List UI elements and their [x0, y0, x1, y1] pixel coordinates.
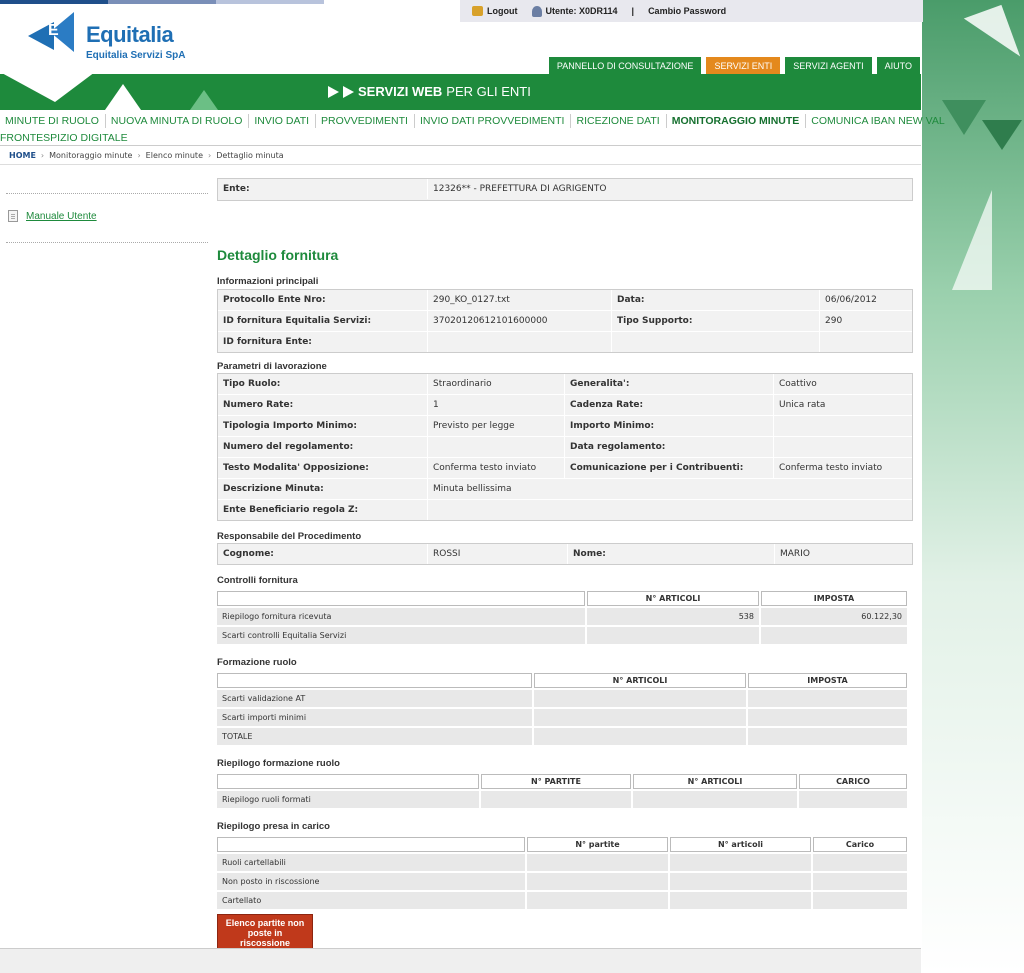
- tab-servizi-agenti[interactable]: SERVIZI AGENTI: [784, 56, 873, 74]
- manual-link-row: Manuale Utente: [8, 210, 208, 222]
- page-title: Dettaglio fornitura: [217, 247, 339, 263]
- info-grid: Protocollo Ente Nro: 290_KO_0127.txt Dat…: [217, 289, 913, 353]
- breadcrumb-current: Dettaglio minuta: [216, 151, 284, 160]
- breadcrumb-monitoraggio[interactable]: Monitoraggio minute: [49, 151, 132, 160]
- change-password-link[interactable]: Cambio Password: [648, 6, 726, 16]
- manual-utente-link[interactable]: Manuale Utente: [26, 211, 97, 222]
- footer: [0, 948, 921, 973]
- section-banner: SERVIZI WEB PER GLI ENTI: [0, 74, 921, 110]
- utility-bar: Logout Utente: X0DR114 | Cambio Password: [460, 0, 923, 22]
- table-row: Non posto in riscossione: [217, 873, 907, 890]
- lock-icon: [472, 6, 483, 16]
- equitalia-logo-icon: E: [28, 12, 80, 58]
- section-title: Formazione ruolo: [217, 657, 297, 668]
- main-nav: MINUTE DI RUOLO NUOVA MINUTA DI RUOLO IN…: [0, 110, 945, 146]
- nav-monitoraggio-minute[interactable]: MONITORAGGIO MINUTE: [667, 114, 807, 128]
- logout-link[interactable]: Logout: [472, 6, 518, 16]
- divider: [6, 193, 208, 194]
- decorative-panel: [922, 0, 1024, 973]
- controlli-table: N° ARTICOLI IMPOSTA Riepilogo fornitura …: [215, 589, 909, 646]
- equitalia-logo[interactable]: E Equitalia Equitalia Servizi SpA: [28, 12, 185, 61]
- user-icon: [531, 5, 542, 17]
- tab-servizi-enti[interactable]: SERVIZI ENTI: [705, 56, 782, 74]
- presa-table: N° partite N° articoli Carico Ruoli cart…: [215, 835, 909, 911]
- util-separator: |: [631, 6, 635, 16]
- formazione-table: N° ARTICOLI IMPOSTA Scarti validazione A…: [215, 671, 909, 747]
- table-row: Scarti importi minimi: [217, 709, 907, 726]
- resp-grid: Cognome: ROSSI Nome: MARIO: [217, 543, 913, 565]
- section-title: Parametri di lavorazione: [217, 361, 327, 372]
- nav-comunica-iban[interactable]: COMUNICA IBAN NEW VAL: [806, 114, 950, 128]
- top-tabs: PANNELLO DI CONSULTAZIONE SERVIZI ENTI S…: [547, 56, 921, 74]
- divider: [6, 242, 208, 243]
- arrow-icon: [343, 85, 354, 98]
- top-stripe: [0, 0, 108, 4]
- elenco-partite-button[interactable]: Elenco partite non poste in riscossione: [217, 914, 313, 952]
- divider: [0, 164, 921, 165]
- logo-brand: Equitalia: [86, 22, 174, 47]
- params-grid: Tipo Ruolo: Straordinario Generalita': C…: [217, 373, 913, 521]
- main-content: Ente: 12326** - PREFETTURA DI AGRIGENTO …: [217, 178, 913, 952]
- table-row: TOTALE: [217, 728, 907, 745]
- section-title: Riepilogo presa in carico: [217, 821, 330, 832]
- section-title: Informazioni principali: [217, 276, 319, 287]
- table-row: Riepilogo fornitura ricevuta 538 60.122,…: [217, 608, 907, 625]
- nav-invio-dati[interactable]: INVIO DATI: [249, 114, 317, 128]
- top-stripe: [216, 0, 324, 4]
- arrow-icon: [328, 85, 339, 98]
- table-row: Scarti controlli Equitalia Servizi: [217, 627, 907, 644]
- nav-minute-di-ruolo[interactable]: MINUTE DI RUOLO: [0, 114, 106, 128]
- ente-value: 12326** - PREFETTURA DI AGRIGENTO: [427, 179, 912, 199]
- riepilogo-table: N° PARTITE N° ARTICOLI CARICO Riepilogo …: [215, 772, 909, 810]
- tab-pannello-consultazione[interactable]: PANNELLO DI CONSULTAZIONE: [547, 56, 703, 74]
- chevron-right-icon: ›: [208, 151, 212, 160]
- table-row: Cartellato: [217, 892, 907, 909]
- chevron-right-icon: ›: [137, 151, 141, 160]
- document-icon: [8, 210, 18, 222]
- table-row: Riepilogo ruoli formati: [217, 791, 907, 808]
- banner-title: SERVIZI WEB PER GLI ENTI: [328, 84, 531, 99]
- chevron-right-icon: ›: [40, 151, 45, 160]
- tab-aiuto[interactable]: AIUTO: [875, 56, 921, 74]
- nav-invio-dati-provvedimenti[interactable]: INVIO DATI PROVVEDIMENTI: [415, 114, 572, 128]
- table-row: Scarti validazione AT: [217, 690, 907, 707]
- nav-ricezione-dati[interactable]: RICEZIONE DATI: [571, 114, 667, 128]
- user-info: Utente: X0DR114: [531, 5, 618, 17]
- breadcrumb-home[interactable]: HOME: [9, 151, 36, 160]
- table-row: Ruoli cartellabili: [217, 854, 907, 871]
- breadcrumb: HOME › Monitoraggio minute › Elenco minu…: [9, 151, 284, 160]
- section-title: Responsabile del Procedimento: [217, 531, 362, 542]
- ente-box: Ente: 12326** - PREFETTURA DI AGRIGENTO: [217, 178, 913, 201]
- breadcrumb-elenco[interactable]: Elenco minute: [146, 151, 203, 160]
- nav-nuova-minuta[interactable]: NUOVA MINUTA DI RUOLO: [106, 114, 250, 128]
- nav-frontespizio-digitale[interactable]: FRONTESPIZIO DIGITALE: [0, 132, 128, 144]
- logo-subtitle: Equitalia Servizi SpA: [86, 50, 186, 61]
- top-stripe: [108, 0, 216, 4]
- nav-provvedimenti[interactable]: PROVVEDIMENTI: [316, 114, 415, 128]
- sidebar: Manuale Utente: [6, 193, 208, 243]
- section-title: Riepilogo formazione ruolo: [217, 758, 340, 769]
- section-title: Controlli fornitura: [217, 575, 298, 586]
